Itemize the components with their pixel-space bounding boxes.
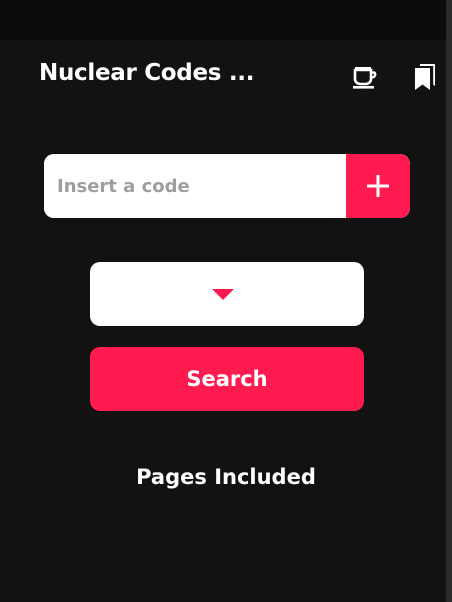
window-edge xyxy=(446,0,452,602)
dropdown-arrow-icon xyxy=(212,289,234,300)
code-input[interactable] xyxy=(44,154,346,218)
bookmarks-icon xyxy=(415,64,435,90)
bookmarks-button[interactable] xyxy=(410,60,440,94)
pages-included-heading: Pages Included xyxy=(136,465,316,489)
coffee-button[interactable] xyxy=(350,60,380,94)
add-code-button[interactable] xyxy=(346,154,410,218)
search-button[interactable]: Search xyxy=(90,347,364,411)
app-title: Nuclear Codes ... xyxy=(39,60,255,86)
code-entry-row xyxy=(44,154,410,218)
status-bar xyxy=(0,0,452,40)
coffee-icon xyxy=(353,67,377,89)
plus-icon xyxy=(367,175,389,197)
